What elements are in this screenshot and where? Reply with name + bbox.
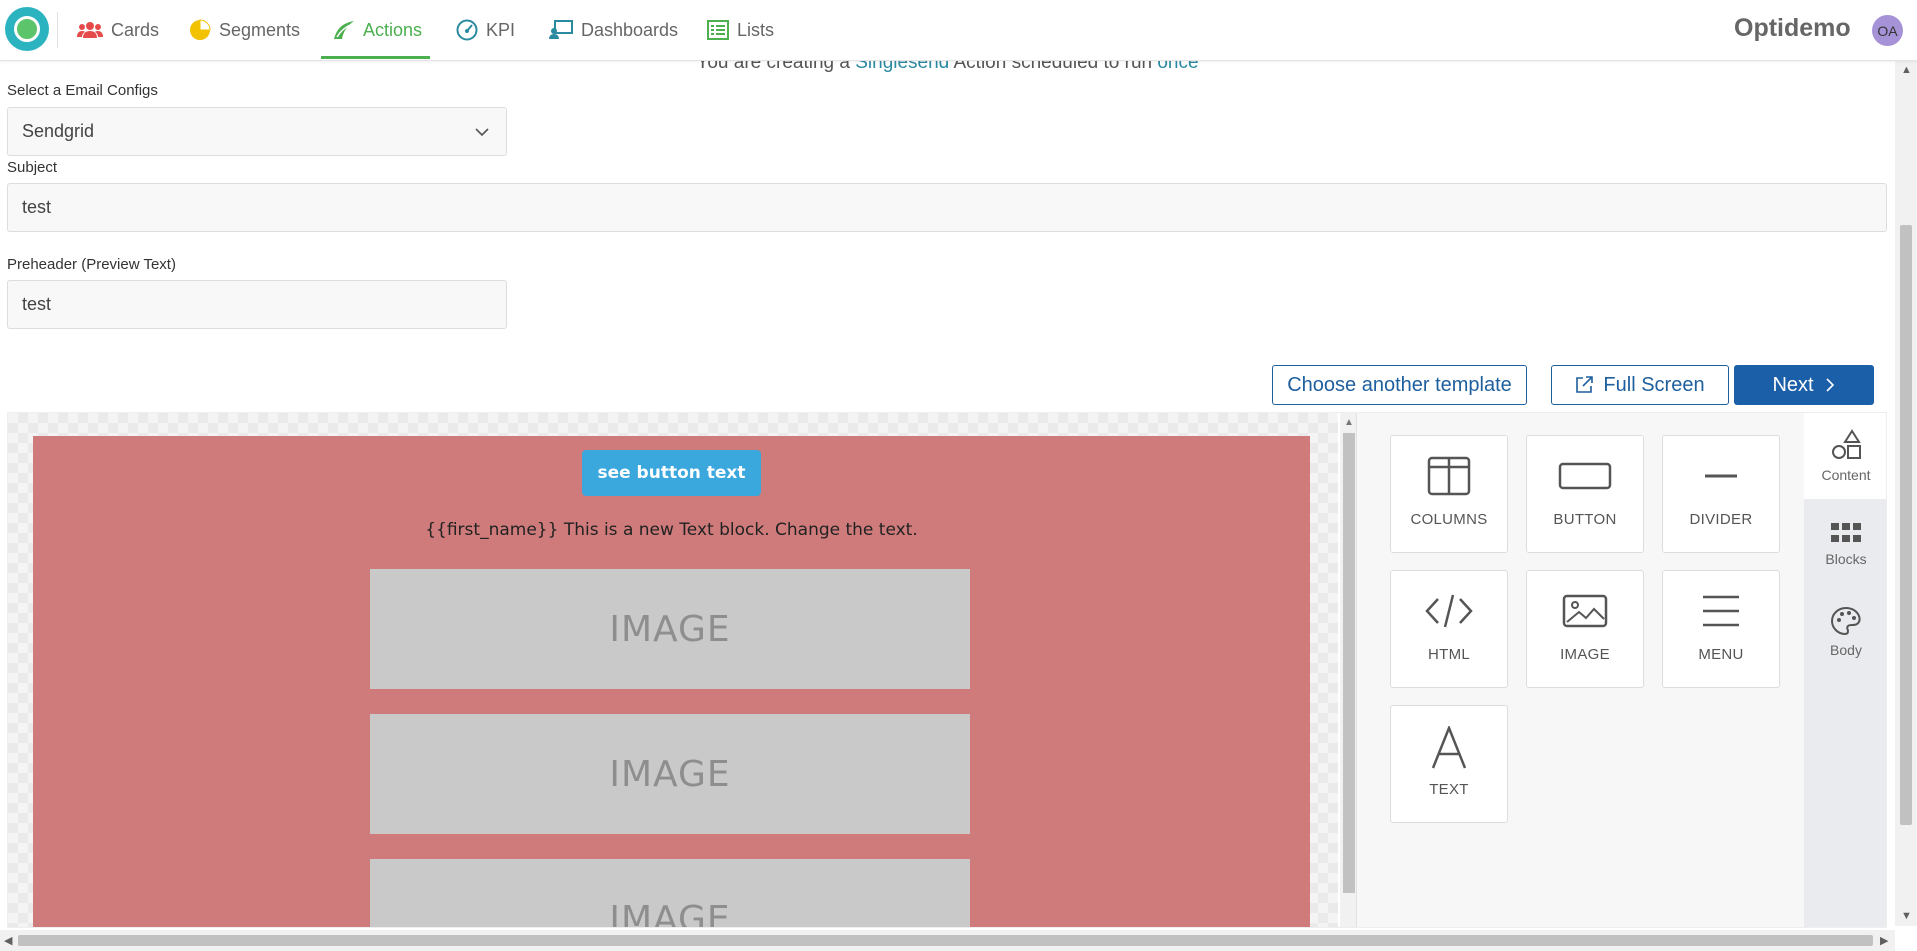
- email-body[interactable]: see button text {{first_name}} This is a…: [33, 436, 1310, 927]
- email-editor: see button text {{first_name}} This is a…: [7, 412, 1887, 928]
- preheader-label: Preheader (Preview Text): [7, 256, 176, 273]
- preheader-input[interactable]: test: [7, 280, 507, 329]
- next-label: Next: [1772, 373, 1814, 396]
- page-vertical-scrollbar[interactable]: ▲ ▼: [1895, 60, 1917, 926]
- image-icon: [1562, 594, 1608, 628]
- logo-divider: [57, 12, 58, 48]
- choose-template-label: Choose another template: [1287, 373, 1512, 396]
- list-icon: [707, 20, 729, 40]
- tool-label: HTML: [1427, 646, 1471, 663]
- nav-label: Segments: [219, 19, 301, 40]
- tool-label: COLUMNS: [1410, 511, 1488, 528]
- image-placeholder[interactable]: IMAGE: [370, 714, 970, 834]
- tab-label: Body: [1830, 642, 1862, 658]
- scroll-up-arrow[interactable]: ▲: [1901, 64, 1912, 76]
- button-icon: [1558, 462, 1612, 490]
- tool-button[interactable]: BUTTON: [1526, 435, 1644, 553]
- nav-label: KPI: [486, 19, 516, 40]
- nav-item-dashboards[interactable]: Dashboards: [549, 0, 678, 60]
- email-config-value: Sendgrid: [22, 121, 95, 141]
- tool-menu[interactable]: MENU: [1662, 570, 1780, 688]
- gauge-icon: [456, 19, 478, 41]
- next-button[interactable]: Next: [1734, 365, 1874, 405]
- nav-item-segments[interactable]: Segments: [189, 0, 300, 60]
- email-config-label: Select a Email Configs: [7, 82, 158, 99]
- grid-icon: [1831, 523, 1861, 542]
- subject-input[interactable]: test: [7, 183, 1887, 232]
- scroll-up-arrow[interactable]: ▲: [1344, 417, 1354, 428]
- email-cta-button[interactable]: see button text: [582, 450, 761, 496]
- subject-value: test: [22, 197, 52, 217]
- email-config-select[interactable]: Sendgrid: [7, 107, 507, 156]
- chevron-right-icon: [1825, 378, 1834, 392]
- subject-label: Subject: [7, 159, 58, 176]
- tool-text[interactable]: TEXT: [1390, 705, 1508, 823]
- nav-item-lists[interactable]: Lists: [707, 0, 774, 60]
- nav-label: Dashboards: [581, 19, 679, 40]
- external-link-icon: [1576, 376, 1594, 393]
- tab-content[interactable]: Content: [1804, 413, 1886, 499]
- tool-html[interactable]: HTML: [1390, 570, 1508, 688]
- full-screen-label: Full Screen: [1603, 373, 1705, 396]
- pie-chart-icon: [190, 19, 211, 40]
- palette-icon: [1830, 606, 1861, 636]
- avatar[interactable]: OA: [1872, 15, 1903, 46]
- top-navigation: Cards Segments Actions KPI Dashboards Li…: [0, 0, 1917, 61]
- nav-label: Cards: [111, 19, 160, 40]
- email-text-block[interactable]: {{first_name}} This is a new Text block.…: [33, 520, 1310, 540]
- image-placeholder[interactable]: IMAGE: [370, 569, 970, 689]
- nav-item-actions[interactable]: Actions: [333, 0, 422, 60]
- nav-item-kpi[interactable]: KPI: [456, 0, 515, 60]
- brand-name: Optidemo: [1734, 14, 1851, 42]
- nav-label: Actions: [363, 19, 423, 40]
- text-icon: [1431, 726, 1467, 769]
- scrollbar-thumb[interactable]: [1900, 225, 1912, 825]
- tools-panel: COLUMNS BUTTON DIVIDER HTML IMAGE MENU T…: [1356, 413, 1804, 927]
- active-tab-indicator: [321, 56, 430, 59]
- columns-icon: [1427, 456, 1471, 496]
- scrollbar-thumb[interactable]: [1343, 433, 1355, 893]
- nav-label: Lists: [737, 19, 775, 40]
- tab-blocks[interactable]: Blocks: [1804, 501, 1886, 587]
- image-placeholder[interactable]: IMAGE: [370, 859, 970, 927]
- tool-label: MENU: [1698, 646, 1744, 663]
- tool-columns[interactable]: COLUMNS: [1390, 435, 1508, 553]
- code-icon: [1425, 594, 1473, 628]
- panel-tabs: Content Blocks Body: [1804, 413, 1886, 927]
- tool-image[interactable]: IMAGE: [1526, 570, 1644, 688]
- editor-canvas: see button text {{first_name}} This is a…: [8, 413, 1338, 927]
- menu-icon: [1703, 595, 1739, 627]
- scrollbar-thumb[interactable]: [18, 935, 1873, 946]
- nav-item-cards[interactable]: Cards: [77, 0, 159, 60]
- tab-label: Content: [1821, 467, 1871, 483]
- app-logo[interactable]: [5, 7, 49, 51]
- preheader-value: test: [22, 294, 52, 314]
- scroll-down-arrow[interactable]: ▼: [1901, 910, 1912, 922]
- tool-divider[interactable]: DIVIDER: [1662, 435, 1780, 553]
- scroll-right-arrow[interactable]: ▶: [1880, 934, 1888, 947]
- choose-template-button[interactable]: Choose another template: [1272, 365, 1527, 405]
- send-icon: [334, 21, 354, 39]
- tool-label: BUTTON: [1553, 511, 1617, 528]
- chevron-down-icon: [475, 128, 489, 137]
- page-horizontal-scrollbar[interactable]: ◀ ▶: [0, 930, 1895, 951]
- scroll-left-arrow[interactable]: ◀: [4, 934, 12, 947]
- tool-label: DIVIDER: [1689, 511, 1753, 528]
- tab-body[interactable]: Body: [1804, 589, 1886, 675]
- shapes-icon: [1832, 429, 1861, 459]
- divider-icon: [1705, 474, 1737, 478]
- tab-label: Blocks: [1825, 551, 1867, 567]
- users-icon: [77, 22, 103, 38]
- tool-label: TEXT: [1429, 781, 1469, 798]
- presentation-icon: [549, 20, 573, 39]
- full-screen-button[interactable]: Full Screen: [1551, 365, 1729, 405]
- tool-label: IMAGE: [1560, 646, 1610, 663]
